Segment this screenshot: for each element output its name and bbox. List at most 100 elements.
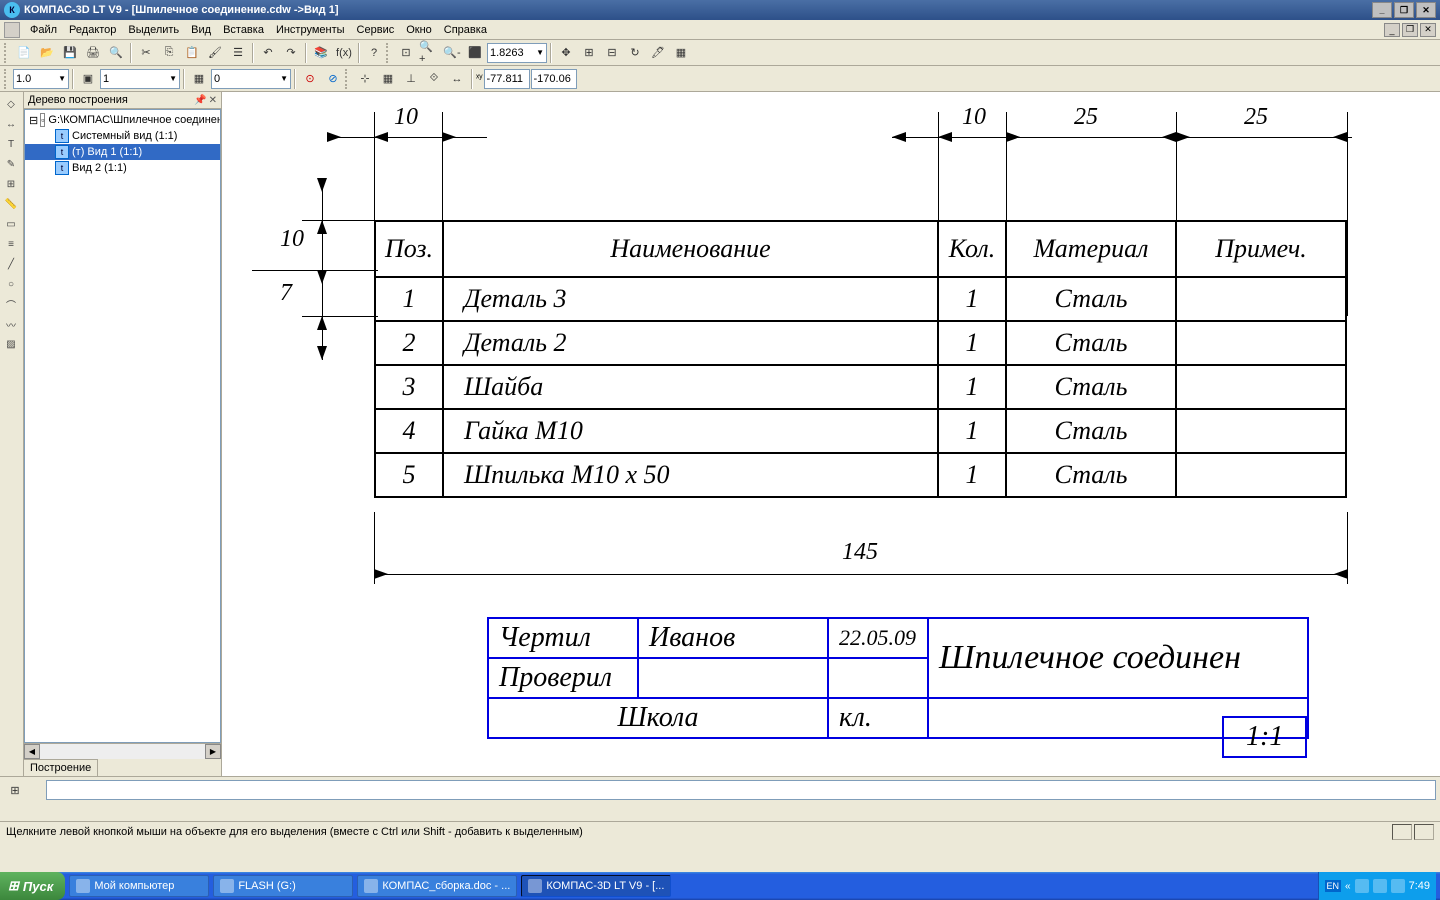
tree-item[interactable]: tВид 2 (1:1) [25,160,220,176]
cut-icon[interactable]: ✂ [135,42,157,64]
dim-top-1: 10 [394,104,418,131]
refresh-icon[interactable]: ↻ [624,42,646,64]
scroll-right-icon[interactable]: ▶ [205,744,221,759]
props-icon[interactable]: ☰ [227,42,249,64]
tree-item[interactable]: t(т) Вид 1 (1:1) [25,144,220,160]
menu-Вставка[interactable]: Вставка [217,22,270,38]
minimize-button[interactable]: _ [1372,2,1392,18]
text-icon[interactable]: Т [0,134,22,154]
measure-icon[interactable]: 📏 [0,194,22,214]
hatch-icon[interactable]: ▨ [0,334,22,354]
zoom-all-icon[interactable]: ⊡ [395,42,417,64]
ortho-icon[interactable]: ⊥ [400,68,422,90]
layer-combo[interactable]: 1▼ [100,69,180,89]
shade-icon[interactable]: ▦ [670,42,692,64]
preview-icon[interactable]: 🔍 [105,42,127,64]
line-style-combo[interactable]: 1.0▼ [13,69,69,89]
coord-x[interactable] [484,69,530,89]
tree-tab[interactable]: Построение [24,759,98,776]
toolbar-grip[interactable] [386,43,392,63]
tree-item[interactable]: tСистемный вид (1:1) [25,128,220,144]
magnet-off-icon[interactable]: ⊘ [322,68,344,90]
redo-icon[interactable]: ↷ [280,42,302,64]
magnet-on-icon[interactable]: ⊙ [299,68,321,90]
toolbar-grip[interactable] [4,69,10,89]
grid-icon[interactable]: ▦ [377,68,399,90]
menu-Вид[interactable]: Вид [185,22,217,38]
zoom-in-icon[interactable]: 🔍+ [418,42,440,64]
save-icon[interactable]: 💾 [59,42,81,64]
doc-minimize[interactable]: _ [1384,23,1400,37]
taskbar-button[interactable]: КОМПАС_сборка.doc - ... [357,875,517,897]
layers-icon[interactable]: ▣ [77,68,99,90]
zoom-window-icon[interactable]: ⬛ [464,42,486,64]
snap2-icon[interactable]: ⟐ [423,68,445,90]
new-icon[interactable]: 📄 [13,42,35,64]
param-icon[interactable]: ⊞ [0,174,22,194]
menu-Инструменты[interactable]: Инструменты [270,22,351,38]
tb-drew-label: Чертил [488,618,638,658]
select-icon[interactable]: ▭ [0,214,22,234]
tray-icon[interactable] [1355,879,1369,893]
toolbar-grip[interactable] [4,43,10,63]
tree-hscroll[interactable]: ◀ ▶ [24,743,221,759]
snap3-icon[interactable]: ↔ [446,68,468,90]
library-icon[interactable]: 📚 [310,42,332,64]
arc-icon[interactable]: ⌒ [0,294,22,314]
geometry-icon[interactable]: ◇ [0,94,22,114]
menu-Справка[interactable]: Справка [438,22,493,38]
tree-root[interactable]: ⊟▫G:\КОМПАС\Шпилечное соединен [25,112,220,128]
lang-indicator[interactable]: EN [1325,880,1342,892]
tray-icon[interactable] [1391,879,1405,893]
start-button[interactable]: ⊞Пуск [0,872,65,900]
spline-icon[interactable]: 〰 [0,314,22,334]
edit-icon[interactable]: ✎ [0,154,22,174]
taskbar-button[interactable]: КОМПАС-3D LT V9 - [... [521,875,671,897]
circle-icon[interactable]: ○ [0,274,22,294]
prop-icon1[interactable]: ⊞ [4,779,26,801]
doc-restore[interactable]: ❐ [1402,23,1418,37]
views-icon[interactable]: ▦ [188,68,210,90]
canvas[interactable]: 10 10 25 25 10 7 По [222,92,1440,776]
tray-icon[interactable] [1373,879,1387,893]
menu-Редактор[interactable]: Редактор [63,22,122,38]
view-combo[interactable]: 0▼ [211,69,291,89]
zoom-next-icon[interactable]: ⊟ [601,42,623,64]
pan-icon[interactable]: ✥ [555,42,577,64]
print-icon[interactable]: 🖨 [82,42,104,64]
redraw-icon[interactable]: 🖊 [647,42,669,64]
open-icon[interactable]: 📂 [36,42,58,64]
help-icon[interactable]: ? [363,42,385,64]
brush-icon[interactable]: 🖌 [204,42,226,64]
menu-Окно[interactable]: Окно [400,22,438,38]
scroll-left-icon[interactable]: ◀ [24,744,40,759]
system-tray[interactable]: EN « 7:49 [1318,872,1437,900]
line-icon[interactable]: ╱ [0,254,22,274]
tray-expand-icon[interactable]: « [1345,881,1351,892]
restore-button[interactable]: ❐ [1394,2,1414,18]
zoom-combo[interactable]: 1.8263▼ [487,43,547,63]
dim-icon[interactable]: ↔ [0,114,22,134]
zoom-out-icon[interactable]: 🔍- [441,42,463,64]
coord-y[interactable] [531,69,577,89]
tree-body[interactable]: ⊟▫G:\КОМПАС\Шпилечное соединен tСистемны… [24,109,221,743]
tree-close-icon[interactable]: ✕ [209,95,217,106]
taskbar-button[interactable]: Мой компьютер [69,875,209,897]
menu-Сервис[interactable]: Сервис [351,22,401,38]
zoom-prev-icon[interactable]: ⊞ [578,42,600,64]
close-button[interactable]: ✕ [1416,2,1436,18]
toolbar-grip[interactable] [345,69,351,89]
menu-Файл[interactable]: Файл [24,22,63,38]
spec-icon[interactable]: ≡ [0,234,22,254]
doc-close[interactable]: ✕ [1420,23,1436,37]
undo-icon[interactable]: ↶ [257,42,279,64]
command-input[interactable] [46,780,1436,800]
menu-Выделить[interactable]: Выделить [122,22,185,38]
copy-icon[interactable]: ⎘ [158,42,180,64]
pin-icon[interactable]: 📌 [194,95,206,106]
vars-icon[interactable]: f(x) [333,42,355,64]
snap-icon[interactable]: ⊹ [354,68,376,90]
paste-icon[interactable]: 📋 [181,42,203,64]
clock[interactable]: 7:49 [1409,880,1430,892]
taskbar-button[interactable]: FLASH (G:) [213,875,353,897]
